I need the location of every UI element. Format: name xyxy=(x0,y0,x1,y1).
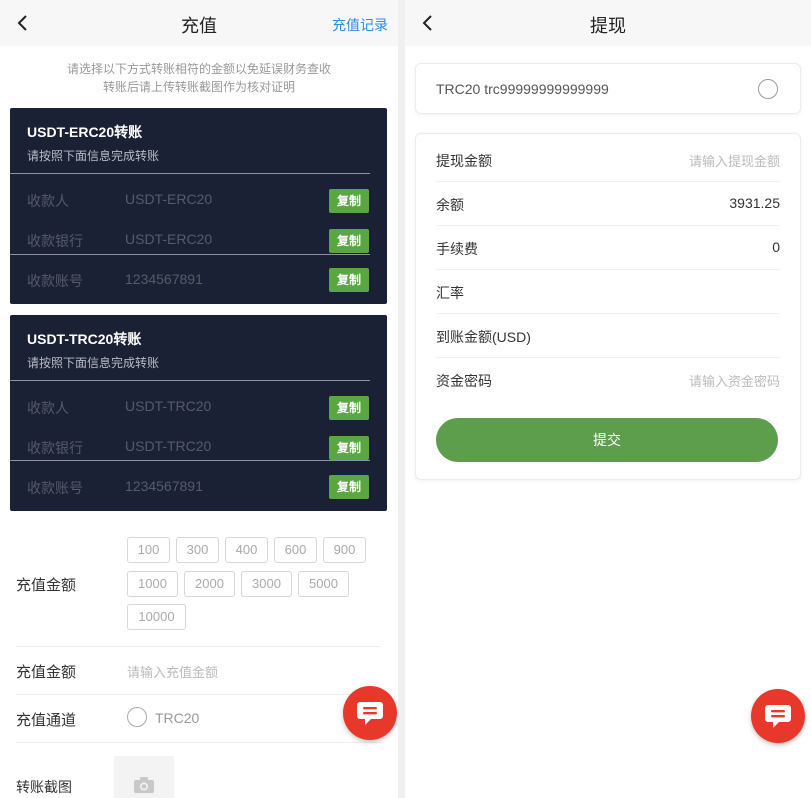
copy-button[interactable]: 复制 xyxy=(329,229,369,253)
page-title: 提现 xyxy=(590,16,626,36)
fee-value: 0 xyxy=(772,239,780,255)
received-amount-label: 到账金额(USD) xyxy=(436,329,531,345)
balance-label: 余额 xyxy=(436,197,464,213)
withdraw-form: 提现金额 请输入提现金额 余额 3931.25 手续费 0 汇率 到账金额(US… xyxy=(415,133,801,480)
amount-option[interactable]: 100 xyxy=(127,537,170,563)
channel-radio[interactable] xyxy=(127,707,147,727)
fund-password-label: 资金密码 xyxy=(436,373,492,389)
withdraw-amount-input[interactable]: 请输入提现金额 xyxy=(689,151,780,170)
account-label: 收款账号 xyxy=(27,480,83,496)
withdraw-address-option[interactable]: TRC20 trc99999999999999 xyxy=(415,63,801,114)
deposit-record-link[interactable]: 充值记录 xyxy=(332,15,388,35)
notice-line: 转账后请上传转账截图作为核对证明 xyxy=(102,80,295,94)
camera-icon xyxy=(134,777,154,793)
copy-button[interactable]: 复制 xyxy=(329,436,369,460)
amount-option[interactable]: 1000 xyxy=(127,571,178,597)
screenshot-upload[interactable] xyxy=(114,756,174,798)
chat-button[interactable] xyxy=(343,686,397,740)
payee-value: USDT-ERC20 xyxy=(125,191,213,207)
fund-password-input[interactable]: 请输入资金密码 xyxy=(689,371,780,390)
channel-label: 充值通道 xyxy=(16,712,77,729)
withdraw-screen: 提现 TRC20 trc99999999999999 提现金额 请输入提现金额 … xyxy=(405,0,811,798)
amount-option[interactable]: 400 xyxy=(225,537,268,563)
amount-option[interactable]: 3000 xyxy=(241,571,292,597)
amount-input[interactable]: 请输入充值金额 xyxy=(127,662,218,681)
divider xyxy=(16,694,381,695)
chat-bubble-icon xyxy=(357,702,383,725)
payee-label: 收款人 xyxy=(27,400,69,416)
card-divider xyxy=(10,380,370,381)
form-row: 到账金额(USD) xyxy=(436,314,780,358)
card-divider xyxy=(10,254,370,255)
channel-option-label: TRC20 xyxy=(155,710,200,726)
deposit-notice: 请选择以下方式转账相符的金额以免延误财务查收 转账后请上传转账截图作为核对证明 xyxy=(0,60,398,96)
exchange-rate-label: 汇率 xyxy=(436,285,464,301)
copy-button[interactable]: 复制 xyxy=(329,189,369,213)
card-title: USDT-TRC20转账 xyxy=(27,331,142,347)
form-row: 资金密码 请输入资金密码 xyxy=(436,358,780,402)
account-value: 1234567891 xyxy=(125,271,203,287)
amount-preset-label: 充值金额 xyxy=(16,577,77,594)
account-value: 1234567891 xyxy=(125,478,203,494)
bank-label: 收款银行 xyxy=(27,233,83,249)
fee-label: 手续费 xyxy=(436,241,478,257)
divider xyxy=(16,646,381,647)
amount-option[interactable]: 5000 xyxy=(298,571,349,597)
amount-option[interactable]: 600 xyxy=(274,537,317,563)
amount-option[interactable]: 2000 xyxy=(184,571,235,597)
withdraw-header: 提现 xyxy=(405,0,811,46)
form-row: 汇率 xyxy=(436,270,780,314)
card-divider xyxy=(10,173,370,174)
submit-button[interactable]: 提交 xyxy=(436,418,778,462)
deposit-screen: 充值 充值记录 请选择以下方式转账相符的金额以免延误财务查收 转账后请上传转账截… xyxy=(0,0,398,798)
bank-label: 收款银行 xyxy=(27,440,83,456)
card-divider xyxy=(10,460,370,461)
chat-bubble-icon xyxy=(765,705,791,728)
address-radio[interactable] xyxy=(758,79,778,99)
bank-value: USDT-ERC20 xyxy=(125,231,213,247)
deposit-header: 充值 充值记录 xyxy=(0,0,398,46)
payee-value: USDT-TRC20 xyxy=(125,398,212,414)
divider xyxy=(16,742,381,743)
form-row: 余额 3931.25 xyxy=(436,182,780,226)
withdraw-amount-label: 提现金额 xyxy=(436,153,492,169)
screenshot-label: 转账截图 xyxy=(16,779,72,795)
card-title: USDT-ERC20转账 xyxy=(27,124,143,140)
address-label: TRC20 trc99999999999999 xyxy=(436,81,609,97)
card-subtitle: 请按照下面信息完成转账 xyxy=(27,356,160,370)
payee-label: 收款人 xyxy=(27,193,69,209)
form-row: 提现金额 请输入提现金额 xyxy=(436,138,780,182)
card-subtitle: 请按照下面信息完成转账 xyxy=(27,149,160,163)
form-row: 手续费 0 xyxy=(436,226,780,270)
amount-option[interactable]: 300 xyxy=(176,537,219,563)
balance-value: 3931.25 xyxy=(729,195,780,211)
notice-line: 请选择以下方式转账相符的金额以免延误财务查收 xyxy=(66,62,331,76)
copy-button[interactable]: 复制 xyxy=(329,475,369,499)
amount-option[interactable]: 10000 xyxy=(127,604,186,630)
copy-button[interactable]: 复制 xyxy=(329,396,369,420)
bank-value: USDT-TRC20 xyxy=(125,438,212,454)
chat-button[interactable] xyxy=(751,689,805,743)
trc20-transfer-card: USDT-TRC20转账 请按照下面信息完成转账 收款人 USDT-TRC20 … xyxy=(10,315,387,511)
account-label: 收款账号 xyxy=(27,273,83,289)
amount-input-label: 充值金额 xyxy=(16,664,77,681)
copy-button[interactable]: 复制 xyxy=(329,268,369,292)
erc20-transfer-card: USDT-ERC20转账 请按照下面信息完成转账 收款人 USDT-ERC20 … xyxy=(10,108,387,304)
amount-option[interactable]: 900 xyxy=(323,537,366,563)
